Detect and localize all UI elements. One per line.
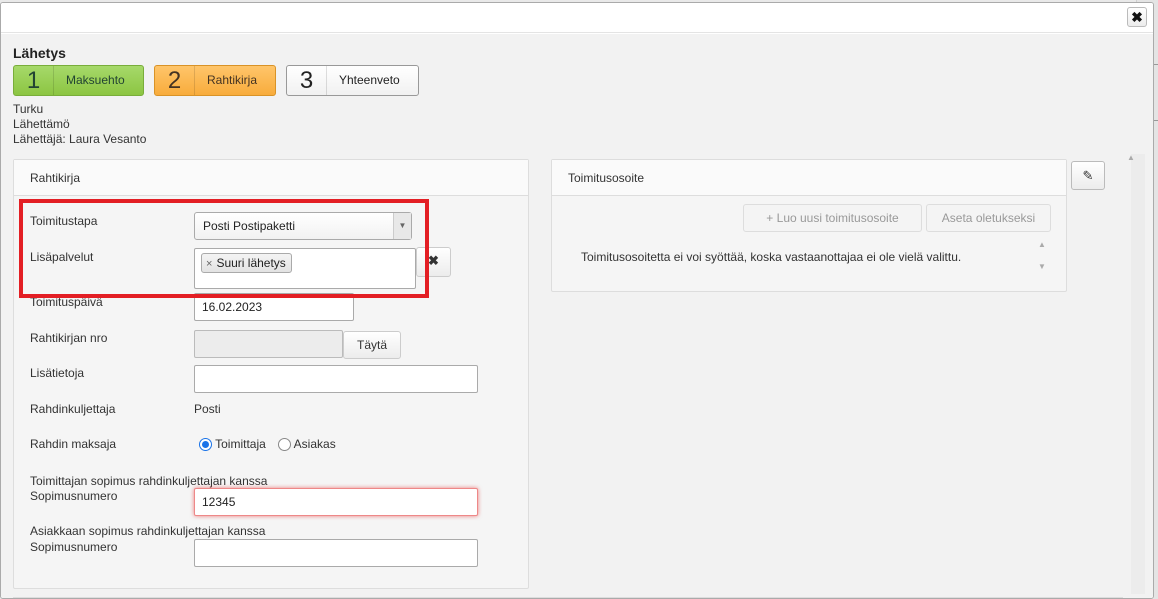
radio-unselected-icon[interactable] xyxy=(278,438,291,451)
rahdinkuljettaja-label: Rahdinkuljettaja xyxy=(30,402,116,416)
tayta-button[interactable]: Täytä xyxy=(343,331,401,359)
wizard-steps: 1 Maksuehto 2 Rahtikirja 3 Yhteenveto xyxy=(13,65,419,96)
step-number: 1 xyxy=(14,66,54,95)
plus-icon: + xyxy=(766,211,774,225)
radio-toimittaja[interactable]: Toimittaja xyxy=(199,437,266,451)
step-label: Maksuehto xyxy=(66,73,125,87)
lisatietoja-input[interactable] xyxy=(194,365,478,393)
scrollbar[interactable] xyxy=(1131,154,1145,594)
close-icon: ✖ xyxy=(428,253,439,268)
set-default-button[interactable]: Aseta oletukseksi xyxy=(926,204,1051,232)
page-title: Lähetys xyxy=(13,45,66,61)
rahtikirjan-nro-input[interactable] xyxy=(194,330,343,358)
address-message: Toimitusosoitetta ei voi syöttää, koska … xyxy=(581,250,962,264)
asiakkaan-sopimus-label: Asiakkaan sopimus rahdinkuljettajan kans… xyxy=(30,524,266,538)
panel-title: Toimitusosoite xyxy=(552,160,1066,196)
close-button[interactable]: ✖ xyxy=(1127,7,1147,27)
highlight-box xyxy=(19,199,429,298)
rahdinkuljettaja-value: Posti xyxy=(194,402,221,416)
toimittajan-sopimus-label: Toimittajan sopimus rahdinkuljettajan ka… xyxy=(30,474,268,488)
dialog-content: Lähetys 1 Maksuehto 2 Rahtikirja 3 Yhtee… xyxy=(1,34,1153,598)
step-number: 3 xyxy=(287,66,327,95)
scroll-up-icon[interactable]: ▲ xyxy=(1127,153,1135,162)
sopimusnumero-label: Sopimusnumero xyxy=(30,489,118,503)
step-yhteenveto[interactable]: 3 Yhteenveto xyxy=(286,65,419,96)
new-address-label: Luo uusi toimitusosoite xyxy=(776,211,899,225)
rahdin-maksaja-label: Rahdin maksaja xyxy=(30,437,117,451)
asiakkaan-sopimusnumero-label: Sopimusnumero xyxy=(30,540,118,554)
info-origin: Lähettämö xyxy=(13,117,70,131)
new-address-button[interactable]: + Luo uusi toimitusosoite xyxy=(743,204,922,232)
step-maksuehto[interactable]: 1 Maksuehto xyxy=(13,65,144,96)
scroll-up-icon[interactable]: ▲ xyxy=(1038,240,1046,249)
panel-title: Rahtikirja xyxy=(14,160,528,196)
shipment-dialog: ✖ Lähetys 1 Maksuehto 2 Rahtikirja 3 Yht… xyxy=(0,2,1154,599)
radio-selected-icon[interactable] xyxy=(199,438,212,451)
radio-label: Toimittaja xyxy=(215,437,266,451)
step-label: Rahtikirja xyxy=(207,73,258,87)
step-number: 2 xyxy=(155,66,195,95)
lisatietoja-label: Lisätietoja xyxy=(30,366,85,380)
step-rahtikirja[interactable]: 2 Rahtikirja xyxy=(154,65,276,96)
edit-address-button[interactable]: ✎ xyxy=(1071,161,1105,190)
dialog-titlebar: ✖ xyxy=(1,3,1153,33)
divider xyxy=(13,597,1123,598)
radio-asiakas[interactable]: Asiakas xyxy=(278,437,336,451)
info-sender: Lähettäjä: Laura Vesanto xyxy=(13,132,147,146)
asiakkaan-sopimusnumero-input[interactable] xyxy=(194,539,478,567)
pencil-icon: ✎ xyxy=(1082,168,1094,183)
info-city: Turku xyxy=(13,102,44,116)
step-label: Yhteenveto xyxy=(339,73,400,87)
shipment-info: Turku Lähettämö Lähettäjä: Laura Vesanto xyxy=(13,102,146,147)
toimittajan-sopimusnumero-input[interactable]: 12345 xyxy=(194,488,478,516)
rahtikirjan-nro-label: Rahtikirjan nro xyxy=(30,331,108,345)
scroll-down-icon[interactable]: ▼ xyxy=(1038,262,1046,271)
radio-label: Asiakas xyxy=(293,437,336,451)
